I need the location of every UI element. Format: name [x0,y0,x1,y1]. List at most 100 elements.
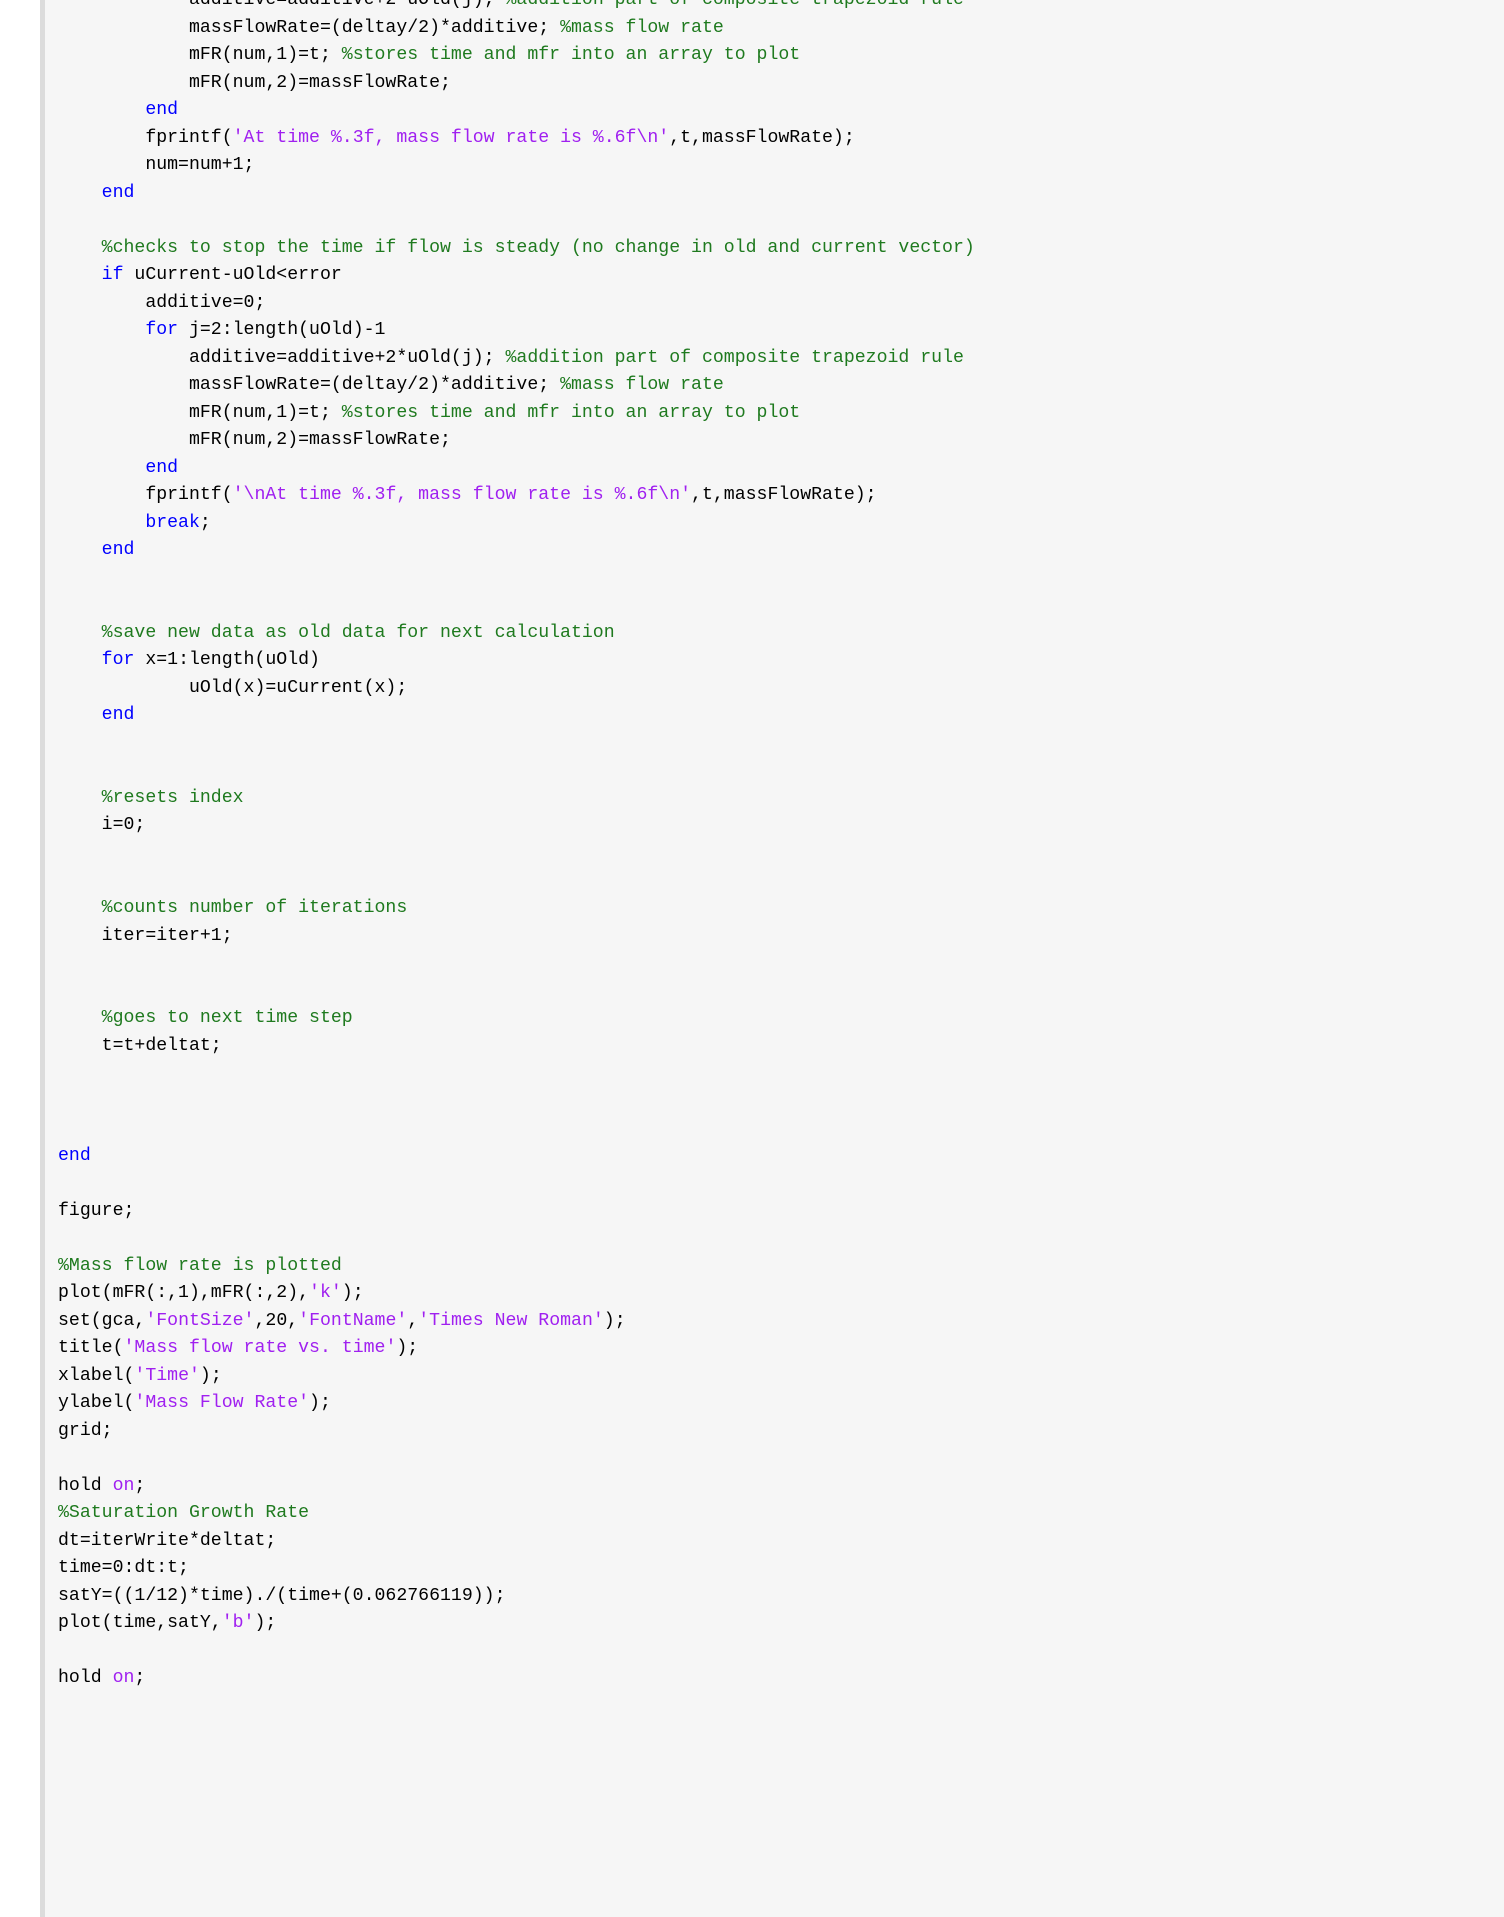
code-line: mFR(num,2)=massFlowRate; [45,70,1504,98]
code-line: mFR(num,1)=t; %stores time and mfr into … [45,400,1504,428]
code-line: xlabel('Time'); [45,1363,1504,1391]
code-token-txt: x=1:length(uOld) [134,650,320,671]
code-line: %Saturation Growth Rate [45,1500,1504,1528]
code-line: for j=2:length(uOld)-1 [45,317,1504,345]
code-token-txt: ); [309,1393,331,1414]
code-line: for x=1:length(uOld) [45,647,1504,675]
code-line: additive=0; [45,290,1504,318]
code-token-txt: iter=iter+1; [58,925,233,946]
code-line: figure; [45,1198,1504,1226]
code-token-txt: fprintf( [58,485,233,506]
code-token-txt: plot(time,satY, [58,1613,222,1634]
code-token-txt: j=2:length(uOld)-1 [178,320,386,341]
code-token-str: 'b' [221,1613,255,1634]
code-token-txt: , [407,1310,419,1331]
code-token-kw: for [58,320,179,341]
code-token-txt: dt=iterWrite*deltat; [58,1530,277,1551]
code-line: %resets index [45,785,1504,813]
code-line: massFlowRate=(deltay/2)*additive; %mass … [45,15,1504,43]
code-line: end [45,537,1504,565]
code-token-com: %stores time and mfr into an array to pl… [341,402,801,423]
code-token-txt: ; [199,512,211,533]
code-line: hold on; [45,1665,1504,1693]
code-token-txt: t=t+deltat; [58,1035,222,1056]
code-token-txt: mFR(num,2)=massFlowRate; [58,72,451,93]
code-token-com: %addition part of composite trapezoid ru… [505,0,964,10]
code-line: massFlowRate=(deltay/2)*additive; %mass … [45,372,1504,400]
code-token-txt: mFR(num,2)=massFlowRate; [58,430,451,451]
code-token-str: on [112,1668,135,1689]
code-token-kw: if [58,265,124,286]
code-token-txt: satY=((1/12)*time)./(time+(0.062766119))… [58,1585,506,1606]
code-token-txt: grid; [58,1420,113,1441]
code-token-kw: end [58,540,135,561]
code-line: mFR(num,2)=massFlowRate; [45,427,1504,455]
code-token-txt: ,t,massFlowRate); [691,485,877,506]
code-token-com: %stores time and mfr into an array to pl… [341,45,801,66]
code-line: additive=additive+2*uOld(j); %addition p… [45,345,1504,373]
code-token-com: %addition part of composite trapezoid ru… [505,347,964,368]
code-token-txt: ylabel( [58,1393,135,1414]
code-line: satY=((1/12)*time)./(time+(0.062766119))… [45,1583,1504,1611]
code-line: end [45,97,1504,125]
code-token-txt: uOld(x)=uCurrent(x); [58,677,408,698]
code-token-txt: ; [134,1668,146,1689]
code-token-txt: additive=0; [58,292,266,313]
code-token-str: 'FontSize' [145,1310,255,1331]
code-token-str: 'At time %.3f, mass flow rate is %.6f\n' [232,127,670,148]
code-token-txt: num=num+1; [58,155,255,176]
code-line: dt=iterWrite*deltat; [45,1528,1504,1556]
code-line: num=num+1; [45,152,1504,180]
code-token-txt: ,t,massFlowRate); [669,127,855,148]
code-line: iter=iter+1; [45,923,1504,951]
code-token-com: %Mass flow rate is plotted [58,1255,342,1276]
code-token-com: %mass flow rate [560,17,724,38]
code-token-kw: end [58,705,135,726]
code-token-txt: figure; [58,1200,135,1221]
code-line: title('Mass flow rate vs. time'); [45,1335,1504,1363]
code-token-com: %Saturation Growth Rate [58,1503,310,1524]
code-token-txt: i=0; [58,815,146,836]
code-token-com: %mass flow rate [560,375,724,396]
code-token-txt: set(gca, [58,1310,146,1331]
code-token-txt: ); [396,1338,419,1359]
code-token-txt: additive=additive+2*uOld(j); [58,347,506,368]
code-lines-container[interactable]: additive=additive+2*uOld(j); %addition p… [45,0,1504,1693]
code-token-kw: end [58,182,135,203]
code-line: ylabel('Mass Flow Rate'); [45,1390,1504,1418]
code-token-com: %save new data as old data for next calc… [58,622,615,643]
code-token-txt: uCurrent-uOld<error [123,265,342,286]
code-token-txt: mFR(num,1)=t; [58,45,342,66]
code-token-txt: xlabel( [58,1365,135,1386]
code-token-str: 'k' [309,1283,342,1304]
code-token-str: 'Time' [134,1365,200,1386]
code-token-com: %checks to stop the time if flow is stea… [58,237,975,258]
code-line: %Mass flow rate is plotted [45,1253,1504,1281]
code-token-com: %goes to next time step [58,1008,353,1029]
code-token-txt: massFlowRate=(deltay/2)*additive; [58,17,561,38]
code-token-txt: ); [199,1365,222,1386]
code-token-txt: hold [58,1668,113,1689]
code-line: fprintf('\nAt time %.3f, mass flow rate … [45,482,1504,510]
code-line: t=t+deltat; [45,1033,1504,1061]
code-line: fprintf('At time %.3f, mass flow rate is… [45,125,1504,153]
code-line: uOld(x)=uCurrent(x); [45,675,1504,703]
code-token-txt: plot(mFR(:,1),mFR(:,2), [58,1283,310,1304]
code-token-txt: time=0:dt:t; [58,1558,189,1579]
code-line: end [45,702,1504,730]
code-line: %checks to stop the time if flow is stea… [45,235,1504,263]
code-token-str: 'Mass Flow Rate' [134,1393,310,1414]
code-line: plot(mFR(:,1),mFR(:,2),'k'); [45,1280,1504,1308]
code-line: end [45,455,1504,483]
code-token-kw: end [58,1145,91,1166]
code-line: %counts number of iterations [45,895,1504,923]
